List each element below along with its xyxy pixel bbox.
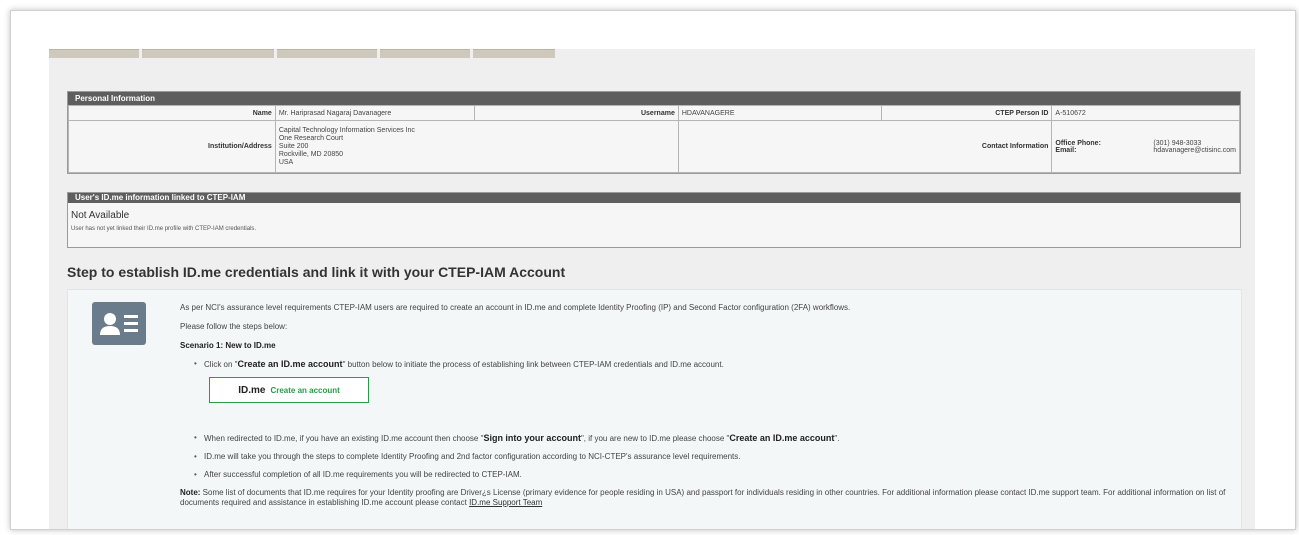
idme-info-panel: User's ID.me information linked to CTEP-… <box>67 192 1241 248</box>
email-label: Email: <box>1055 146 1077 154</box>
address-line: Capital Technology Information Services … <box>278 126 415 134</box>
step-text: " button below to initiate the process o… <box>342 360 724 369</box>
steps-card: As per NCI's assurance level requirement… <box>67 289 1242 529</box>
top-tabs <box>49 49 555 58</box>
tab-4[interactable] <box>380 49 470 58</box>
email-value: hdavanagere@ctisinc.com <box>1153 146 1236 154</box>
step-text: ". <box>834 434 840 443</box>
id-card-icon <box>92 302 146 345</box>
personal-info-table: Name Mr. Hariprasad Nagaraj Davanagere U… <box>68 105 1240 173</box>
username-value: HDAVANAGERE <box>677 105 883 121</box>
office-phone-value: (301) 948-3033 <box>1153 139 1202 147</box>
idme-description: User has not yet linked their ID.me prof… <box>71 226 257 232</box>
step-emphasis: Create an ID.me account <box>729 433 835 443</box>
idme-info-header: User's ID.me information linked to CTEP-… <box>68 193 1240 203</box>
scenario-heading: Scenario 1: New to ID.me <box>180 341 276 350</box>
contact-label: Contact Information <box>677 120 1053 173</box>
idme-status: Not Available <box>71 210 130 221</box>
office-phone-label: Office Phone: <box>1055 139 1101 147</box>
step-emphasis: Create an ID.me account <box>237 359 343 369</box>
step-item: When redirected to ID.me, if you have an… <box>194 433 840 443</box>
personal-info-panel: Personal Information Name Mr. Hariprasad… <box>67 91 1241 174</box>
address-line: One Research Court <box>278 134 344 142</box>
step-item: ID.me will take you through the steps to… <box>194 452 740 461</box>
tab-1[interactable] <box>49 49 139 58</box>
tab-2[interactable] <box>142 49 274 58</box>
name-value: Mr. Hariprasad Nagaraj Davanagere <box>274 105 476 121</box>
step-item: After successful completion of all ID.me… <box>194 470 522 479</box>
idme-logo: ID.me <box>238 384 266 396</box>
step-emphasis: Sign into your account <box>483 433 581 443</box>
person-id-value: A-510672 <box>1051 105 1240 121</box>
address-line: Rockville, MD 20850 <box>278 150 344 158</box>
create-account-label: Create an account <box>270 385 340 395</box>
support-team-link[interactable]: ID.me Support Team <box>469 498 542 507</box>
tab-3[interactable] <box>277 49 377 58</box>
address-line: USA <box>278 158 294 166</box>
intro-text: As per NCI's assurance level requirement… <box>180 303 851 312</box>
step-text: Click on " <box>204 360 238 369</box>
contact-value: Office Phone: (301) 948-3033 Email: hdav… <box>1051 120 1240 173</box>
address-value: Capital Technology Information Services … <box>274 120 679 173</box>
step-text: When redirected to ID.me, if you have an… <box>204 434 484 443</box>
name-label: Name <box>68 105 276 121</box>
note-text: Note: Some list of documents that ID.me … <box>180 488 1230 508</box>
note-body: Some list of documents that ID.me requir… <box>180 488 1226 507</box>
step-text: ", if you are new to ID.me please choose… <box>580 434 730 443</box>
create-idme-account-button[interactable]: ID.me Create an account <box>209 377 369 403</box>
person-id-label: CTEP Person ID <box>881 105 1053 121</box>
address-line: Suite 200 <box>278 142 309 150</box>
step-item: Click on "Create an ID.me account" butto… <box>194 359 724 369</box>
note-label: Note: <box>180 488 201 497</box>
tab-5[interactable] <box>473 49 555 58</box>
screenshot-frame: Personal Information Name Mr. Hariprasad… <box>10 10 1296 530</box>
address-label: Institution/Address <box>68 120 276 173</box>
page-content: Personal Information Name Mr. Hariprasad… <box>49 49 1255 529</box>
follow-text: Please follow the steps below: <box>180 322 288 331</box>
username-label: Username <box>474 105 679 121</box>
personal-info-header: Personal Information <box>68 92 1240 105</box>
steps-title: Step to establish ID.me credentials and … <box>67 264 566 280</box>
